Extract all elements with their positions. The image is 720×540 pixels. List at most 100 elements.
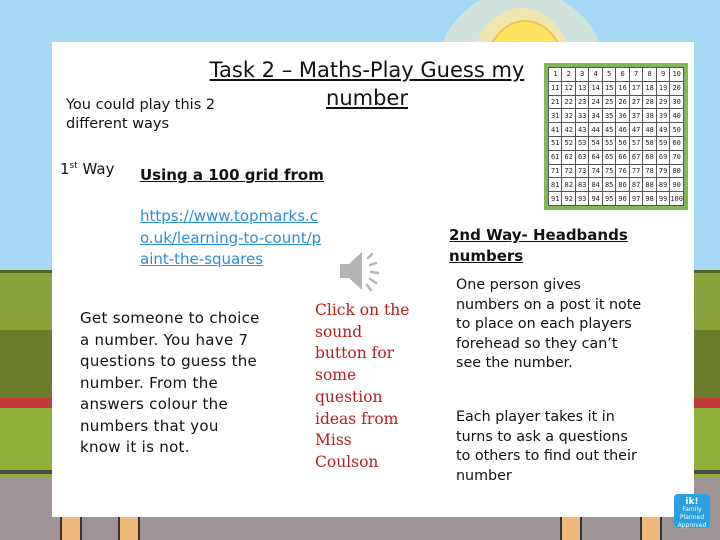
way2-instructions-2: Each player takes it in turns to ask a q…: [456, 409, 637, 484]
grid-cell: 39: [656, 109, 670, 123]
grid-cell: 97: [629, 192, 643, 205]
grid-cell: 42: [562, 123, 575, 136]
grid-cell: 80: [670, 164, 683, 178]
grid-cell: 43: [575, 123, 589, 136]
grid-cell: 59: [656, 137, 670, 150]
grid-cell: 49: [656, 123, 670, 136]
grid-cell: 33: [575, 109, 589, 123]
grid-cell: 93: [575, 192, 589, 205]
way1-label: 1st Way: [60, 160, 114, 178]
grid-cell: 86: [616, 178, 629, 192]
grid-cell: 95: [602, 192, 616, 205]
hundred-grid-cells: 1 2 3 4 5 6 7 8 9 10 11 12 13 14 15 16 17 18 19 20 21 22 23 24 2…: [548, 67, 684, 206]
grid-cell: 91: [549, 192, 562, 205]
grid-cell: 40: [670, 109, 683, 123]
grid-cell: 5: [602, 68, 616, 81]
grid-cell: 66: [616, 150, 629, 164]
grid-cell: 60: [670, 137, 683, 150]
grid-cell: 3: [575, 68, 589, 81]
grid-cell: 12: [562, 81, 575, 95]
topmarks-link[interactable]: https://www.topmarks.co.uk/learning-to-c…: [140, 206, 325, 271]
grid-cell: 2: [562, 68, 575, 81]
grid-cell: 63: [575, 150, 589, 164]
grid-cell: 98: [643, 192, 656, 205]
grid-cell: 4: [589, 68, 602, 81]
grid-cell: 92: [562, 192, 575, 205]
grid-cell: 50: [670, 123, 683, 136]
grid-cell: 51: [549, 137, 562, 150]
grid-cell: 34: [589, 109, 602, 123]
grid-cell: 16: [616, 81, 629, 95]
grid-cell: 99: [656, 192, 670, 205]
grid-cell: 13: [575, 81, 589, 95]
grid-cell: 87: [629, 178, 643, 192]
grid-cell: 78: [643, 164, 656, 178]
approved-badge: ik! Family Planned Approved: [674, 494, 710, 529]
grid-cell: 64: [589, 150, 602, 164]
grid-cell: 73: [575, 164, 589, 178]
grid-cell: 70: [670, 150, 683, 164]
grid-cell: 38: [643, 109, 656, 123]
grid-cell: 58: [643, 137, 656, 150]
grid-cell: 62: [562, 150, 575, 164]
grid-cell: 7: [629, 68, 643, 81]
grid-cell: 72: [562, 164, 575, 178]
grid-cell: 96: [616, 192, 629, 205]
grid-cell: 74: [589, 164, 602, 178]
grid-cell: 36: [616, 109, 629, 123]
way2-instructions-1: One person gives numbers on a post it no…: [456, 277, 642, 372]
content-card: Task 2 – Maths-Play Guess my number You …: [52, 42, 694, 517]
grid-cell: 18: [643, 81, 656, 95]
way1-heading: Using a 100 grid from: [140, 166, 324, 184]
grid-cell: 89: [656, 178, 670, 192]
grid-cell: 56: [616, 137, 629, 150]
grid-cell: 46: [616, 123, 629, 136]
hundred-grid: 1 2 3 4 5 6 7 8 9 10 11 12 13 14 15 16 17 18 19 20 21 22 23 24 2…: [544, 63, 688, 210]
way1-ordinal: st: [69, 161, 78, 171]
grid-cell: 48: [643, 123, 656, 136]
grid-cell: 25: [602, 95, 616, 109]
grid-cell: 37: [629, 109, 643, 123]
badge-caption: Family Planned Approved: [677, 506, 707, 529]
grid-cell: 61: [549, 150, 562, 164]
grid-cell: 14: [589, 81, 602, 95]
grid-cell: 8: [643, 68, 656, 81]
grid-cell: 75: [602, 164, 616, 178]
grid-cell: 15: [602, 81, 616, 95]
grid-cell: 100: [670, 192, 683, 205]
grid-cell: 77: [629, 164, 643, 178]
grid-cell: 52: [562, 137, 575, 150]
grid-cell: 55: [602, 137, 616, 150]
badge-logo-text: ik!: [685, 497, 699, 507]
grid-cell: 57: [629, 137, 643, 150]
grid-cell: 19: [656, 81, 670, 95]
grid-cell: 54: [589, 137, 602, 150]
grid-cell: 21: [549, 95, 562, 109]
grid-cell: 85: [602, 178, 616, 192]
grid-cell: 69: [656, 150, 670, 164]
grid-cell: 31: [549, 109, 562, 123]
sound-note: Click on the sound button for some quest…: [315, 301, 410, 471]
grid-cell: 23: [575, 95, 589, 109]
way1-instructions: Get someone to choice a number. You have…: [80, 309, 260, 456]
way1-number: 1: [60, 160, 70, 178]
grid-cell: 6: [616, 68, 629, 81]
grid-cell: 24: [589, 95, 602, 109]
way2-heading: 2nd Way- Headbands numbers: [449, 226, 628, 265]
intro-text: You could play this 2 different ways: [66, 97, 216, 132]
grid-cell: 10: [670, 68, 683, 81]
grid-cell: 94: [589, 192, 602, 205]
grid-cell: 35: [602, 109, 616, 123]
grid-cell: 88: [643, 178, 656, 192]
grid-cell: 67: [629, 150, 643, 164]
grid-cell: 71: [549, 164, 562, 178]
speaker-icon[interactable]: [336, 248, 386, 294]
grid-cell: 44: [589, 123, 602, 136]
grid-cell: 28: [643, 95, 656, 109]
grid-cell: 68: [643, 150, 656, 164]
grid-cell: 84: [589, 178, 602, 192]
grid-cell: 79: [656, 164, 670, 178]
grid-cell: 41: [549, 123, 562, 136]
grid-cell: 27: [629, 95, 643, 109]
grid-cell: 53: [575, 137, 589, 150]
